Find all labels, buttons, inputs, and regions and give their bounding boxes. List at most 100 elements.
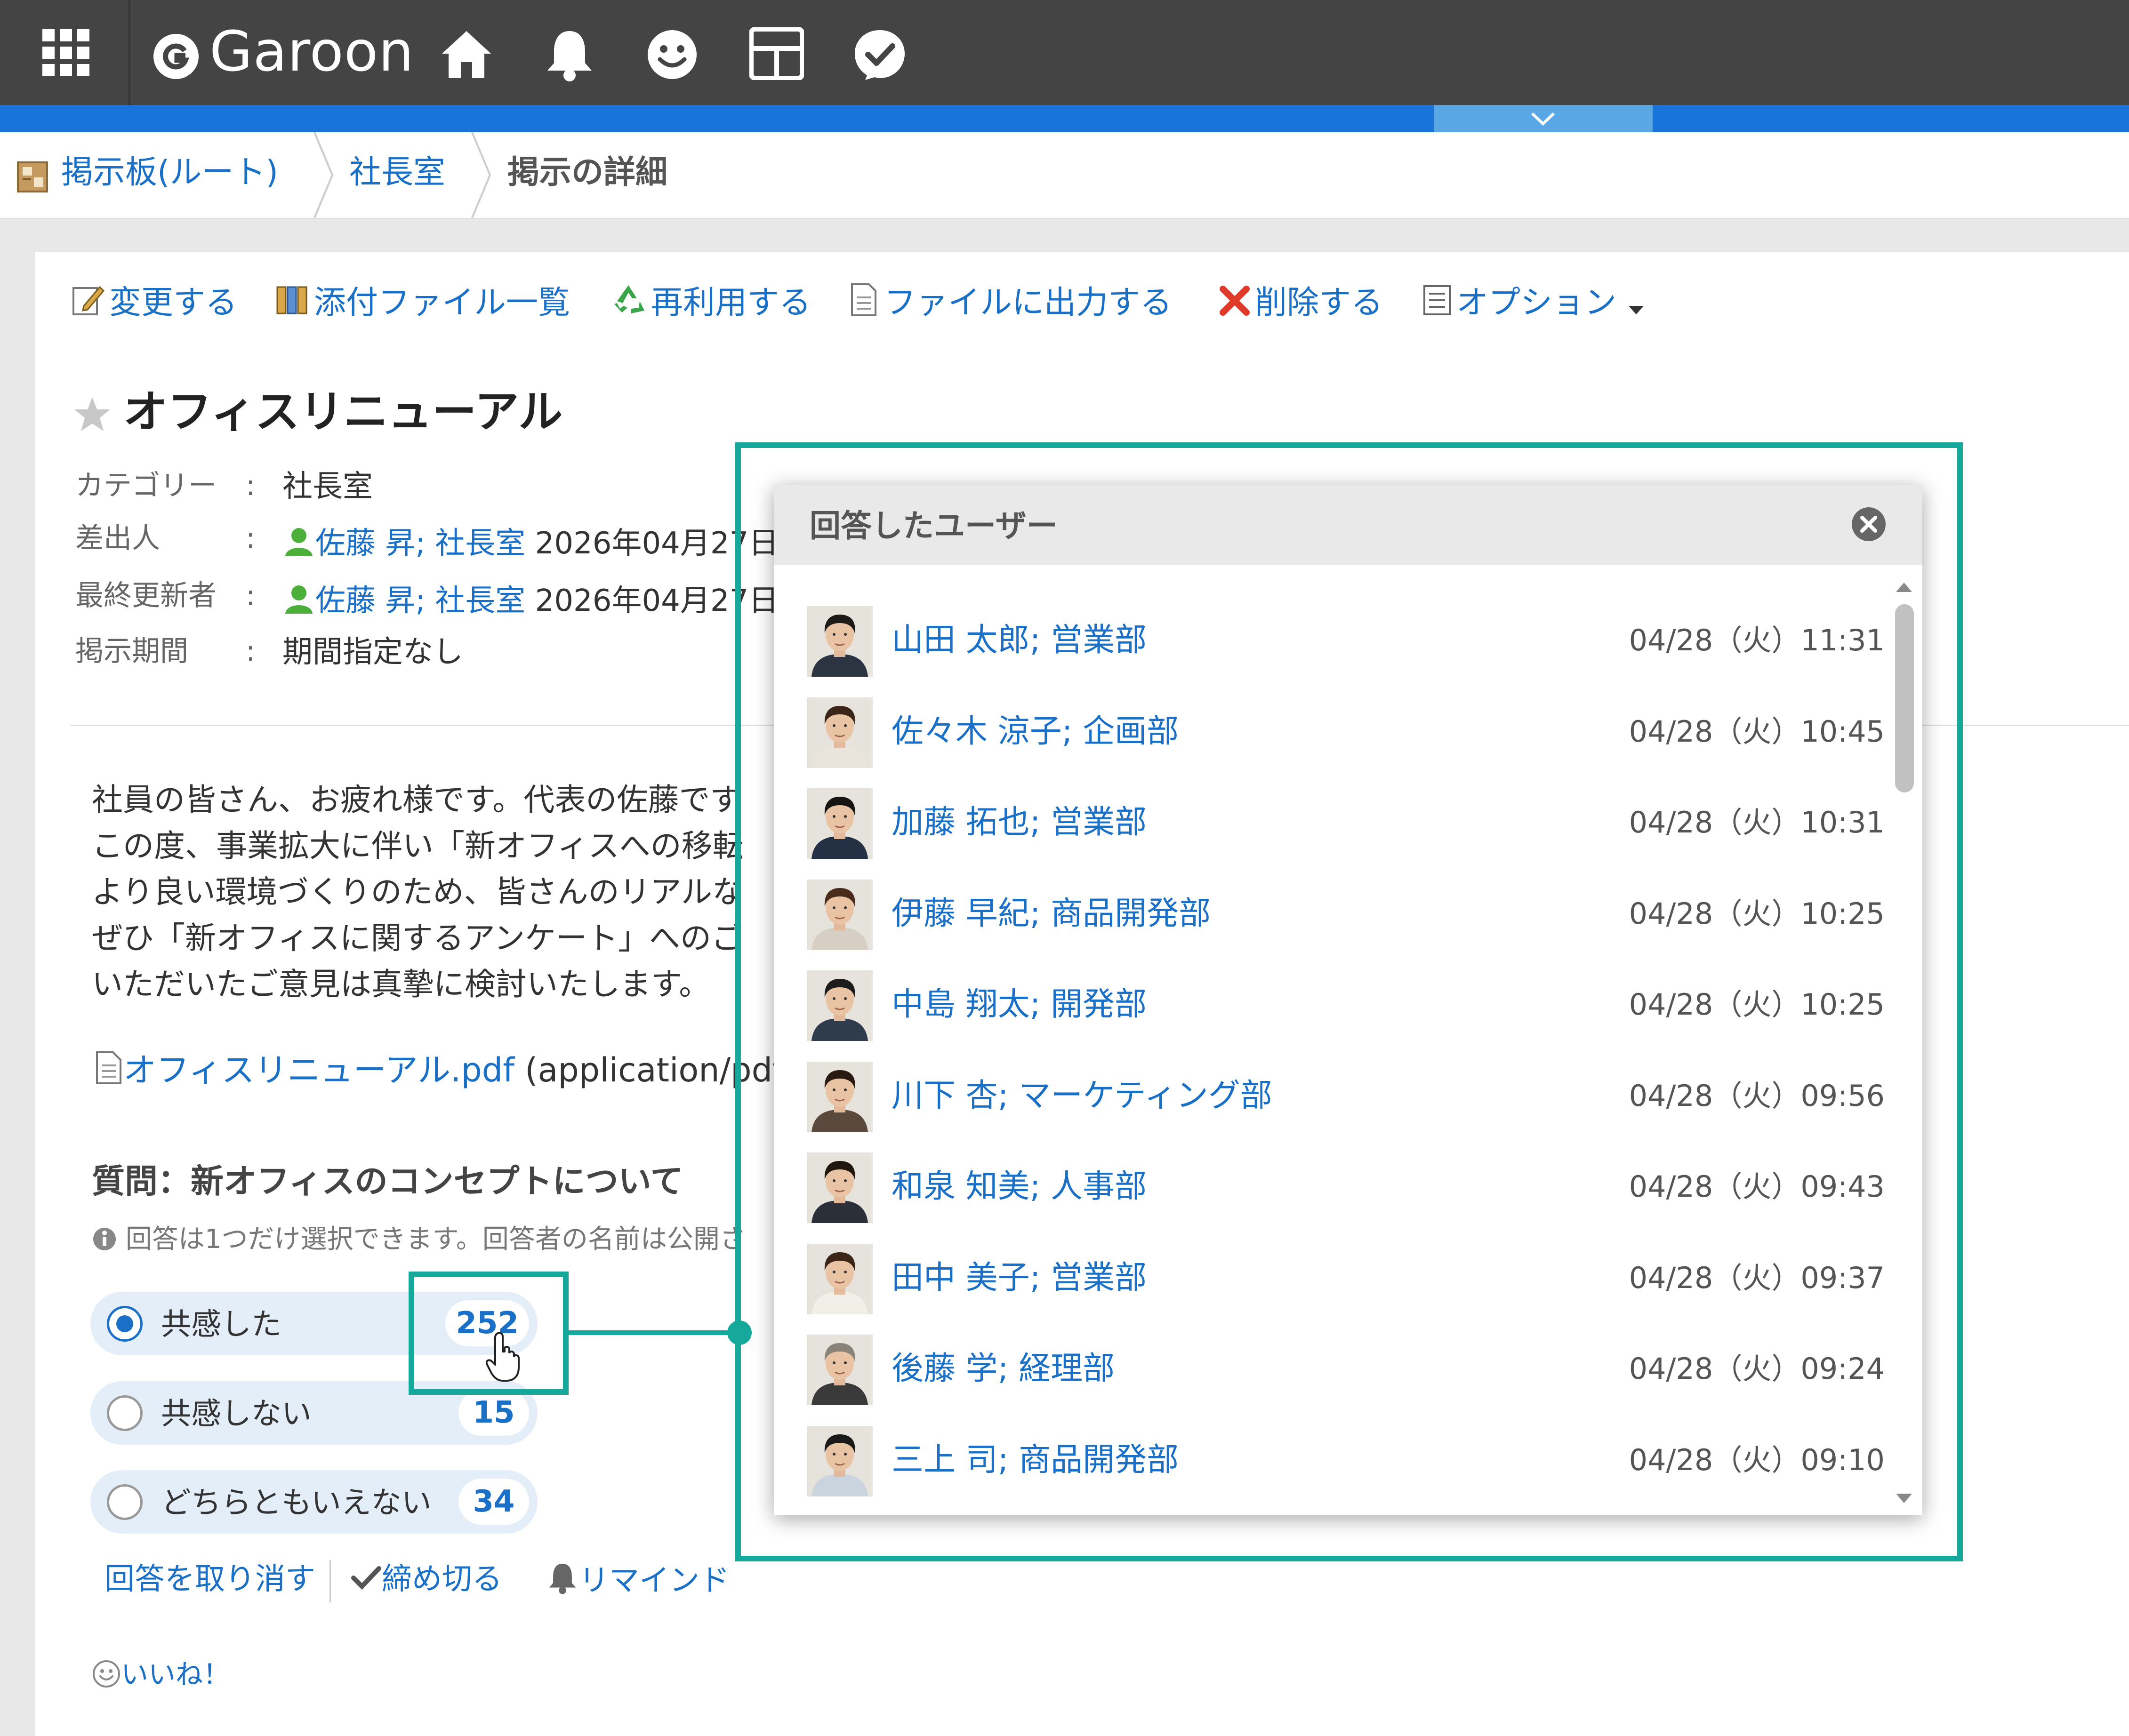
breadcrumb-root[interactable]: 掲示板(ルート) — [61, 153, 278, 192]
callout-connector — [567, 1330, 739, 1335]
breadcrumb-separator-icon — [313, 132, 334, 218]
cancel-answer-link[interactable]: 回答を取り消す — [104, 1561, 315, 1598]
bulletin-board-icon — [17, 161, 48, 192]
responder-time: 04/28（火）10:25 — [1629, 896, 1885, 931]
radio-unselected[interactable] — [107, 1395, 143, 1431]
responder-row: 加藤 拓也; 営業部 04/28（火）10:31 — [774, 779, 1885, 868]
responder-name-link[interactable]: 中島 翔太; 開発部 — [892, 985, 1147, 1024]
info-icon — [93, 1228, 116, 1250]
chevron-down-icon — [1531, 112, 1555, 126]
post-title: オフィスリニューアル — [123, 386, 563, 438]
close-poll-button[interactable]: 締め切る — [351, 1561, 502, 1598]
delete-button[interactable]: 削除する — [1218, 282, 1383, 322]
header-expand-tab[interactable] — [1434, 105, 1653, 132]
meta-period-label: 掲示期間 — [75, 635, 188, 668]
responder-row: 川下 杏; マーケティング部 04/28（火）09:56 — [774, 1052, 1885, 1142]
updater-link[interactable]: 佐藤 昇; 社長室 — [315, 584, 525, 618]
popup-header: 回答したユーザー — [774, 485, 1922, 565]
app-name[interactable]: Garoon — [209, 24, 414, 79]
attachment: オフィスリニューアル.pdf (application/pdf — [94, 1050, 784, 1090]
reuse-button[interactable]: 再利用する — [610, 282, 811, 322]
radio-selected[interactable] — [107, 1306, 143, 1342]
avatar[interactable] — [807, 1061, 873, 1132]
responder-name-link[interactable]: 三上 司; 商品開発部 — [892, 1441, 1179, 1480]
responder-name-link[interactable]: 田中 美子; 営業部 — [892, 1259, 1147, 1297]
scrollbar-thumb[interactable] — [1895, 604, 1914, 792]
file-icon — [96, 1051, 121, 1084]
scroll-up-icon[interactable] — [1892, 579, 1916, 595]
responder-row: 中島 翔太; 開発部 04/28（火）10:25 — [774, 961, 1885, 1050]
responder-name-link[interactable]: 川下 杏; マーケティング部 — [892, 1077, 1272, 1115]
avatar[interactable] — [807, 1243, 873, 1314]
responder-row: 三上 司; 商品開発部 04/28（火）09:10 — [774, 1416, 1885, 1506]
export-file-icon — [851, 283, 876, 316]
avatar[interactable] — [807, 788, 873, 859]
like-button[interactable]: いいね！ — [92, 1658, 230, 1691]
responder-name-link[interactable]: 佐々木 涼子; 企画部 — [892, 712, 1179, 751]
garoon-logo-icon[interactable] — [152, 32, 201, 81]
options-icon — [1423, 285, 1451, 315]
body-line: この度、事業拡大に伴い「新オフィスへの移転 — [92, 828, 744, 864]
home-icon[interactable] — [440, 28, 493, 81]
responder-time: 04/28（火）09:10 — [1629, 1442, 1885, 1477]
avatar[interactable] — [807, 606, 873, 677]
responder-row: 後藤 学; 経理部 04/28（火）09:24 — [774, 1325, 1885, 1415]
scroll-down-icon[interactable] — [1892, 1491, 1916, 1507]
favorite-star-icon[interactable] — [73, 395, 111, 433]
responder-name-link[interactable]: 後藤 学; 経理部 — [892, 1350, 1115, 1388]
responder-row: 和泉 知美; 人事部 04/28（火）09:43 — [774, 1143, 1885, 1232]
meta-updater-label: 最終更新者 — [75, 579, 217, 612]
responder-time: 04/28（火）10:31 — [1629, 805, 1885, 840]
responder-row: 田中 美子; 営業部 04/28（火）09:37 — [774, 1234, 1885, 1324]
meta-updater-value: 佐藤 昇; 社長室 2026年04月27日 — [282, 583, 779, 619]
attachments-list-button[interactable]: 添付ファイル一覧 — [275, 282, 570, 322]
responders-popup: 回答したユーザー 山田 太郎; 営業部 04/28（火）11:31 佐々木 涼子; … — [774, 485, 1922, 1515]
header-divider — [129, 0, 130, 105]
responder-name-link[interactable]: 伊藤 早紀; 商品開発部 — [892, 895, 1211, 933]
responder-time: 04/28（火）10:45 — [1629, 714, 1885, 749]
body-line: より良い環境づくりのため、皆さんのリアルな — [92, 874, 744, 910]
sender-link[interactable]: 佐藤 昇; 社長室 — [315, 526, 525, 561]
attachment-link[interactable]: オフィスリニューアル.pdf — [123, 1051, 514, 1089]
meta-sender-label: 差出人 — [75, 522, 160, 555]
breadcrumb-separator-icon — [471, 132, 491, 218]
avatar[interactable] — [807, 879, 873, 950]
portal-layout-icon[interactable] — [749, 27, 804, 80]
responder-time: 04/28（火）09:43 — [1629, 1169, 1885, 1204]
meta-category-label: カテゴリー — [75, 469, 217, 502]
close-icon[interactable] — [1850, 505, 1888, 543]
avatar[interactable] — [807, 1335, 873, 1405]
avatar[interactable] — [807, 1425, 873, 1496]
responder-time: 04/28（火）11:31 — [1629, 623, 1885, 657]
body-line: いただいたご意見は真摯に検討いたします。 — [92, 966, 710, 1002]
edit-icon — [72, 286, 105, 315]
radio-unselected[interactable] — [107, 1484, 143, 1520]
responder-name-link[interactable]: 山田 太郎; 営業部 — [892, 621, 1147, 660]
vote-count-disagree[interactable]: 15 — [458, 1390, 529, 1436]
avatar[interactable] — [807, 970, 873, 1041]
poll-option-neutral[interactable]: どちらともいえない 34 — [90, 1470, 538, 1534]
export-file-button[interactable]: ファイルに出力する — [847, 282, 1172, 322]
vote-count-neutral[interactable]: 34 — [458, 1479, 529, 1525]
breadcrumb: 掲示板(ルート) 社長室 掲示の詳細 — [0, 132, 2129, 219]
options-menu-button[interactable]: オプション — [1422, 282, 1649, 322]
responder-time: 04/28（火）09:24 — [1629, 1352, 1885, 1386]
edit-button[interactable]: 変更する — [71, 282, 237, 322]
meta-category-value: 社長室 — [282, 469, 373, 504]
user-icon — [285, 528, 313, 556]
avatar[interactable] — [807, 1152, 873, 1223]
smiley-icon[interactable] — [646, 28, 699, 81]
responder-row: 伊藤 早紀; 商品開発部 04/28（火）10:25 — [774, 870, 1885, 960]
responder-row: 山田 太郎; 営業部 04/28（火）11:31 — [774, 597, 1885, 686]
check-icon — [351, 1566, 381, 1590]
responder-row: 佐々木 涼子; 企画部 04/28（火）10:45 — [774, 688, 1885, 777]
app-menu-icon[interactable] — [42, 29, 89, 76]
avatar[interactable] — [807, 697, 873, 768]
bell-icon[interactable] — [544, 27, 595, 82]
breadcrumb-category[interactable]: 社長室 — [349, 153, 445, 192]
remind-button[interactable]: リマインド — [546, 1561, 730, 1599]
responder-name-link[interactable]: 和泉 知美; 人事部 — [892, 1168, 1147, 1206]
meta-period-value: 期間指定なし — [282, 635, 463, 670]
check-bubble-icon[interactable] — [853, 28, 907, 81]
responder-name-link[interactable]: 加藤 拓也; 営業部 — [892, 803, 1147, 842]
